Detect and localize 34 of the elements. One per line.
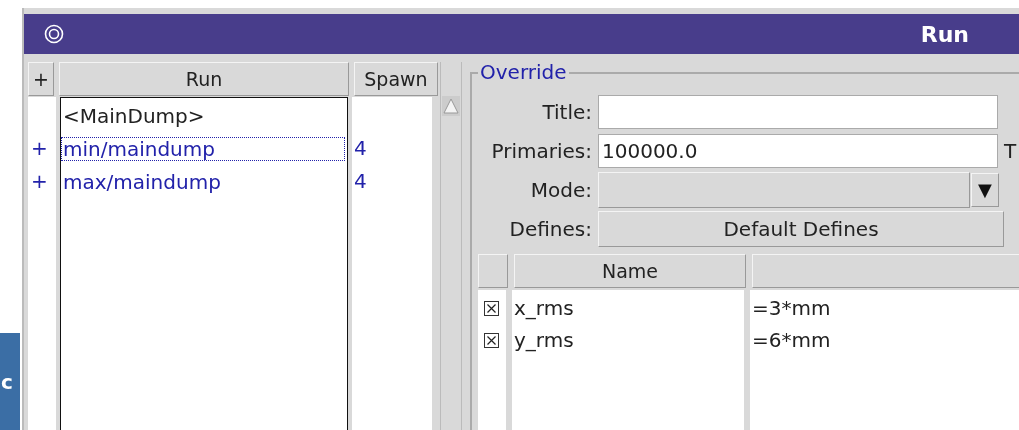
field-label: Primaries: [490, 138, 592, 163]
scrollbar[interactable] [440, 62, 462, 430]
add-button[interactable]: + [28, 62, 54, 96]
default-defines-button[interactable]: Default Defines [598, 210, 1004, 247]
field-label: T [1004, 138, 1017, 163]
checkbox[interactable] [484, 300, 499, 316]
field-label: Title: [541, 99, 592, 124]
primaries-field[interactable]: 100000.0 [598, 133, 998, 168]
spawn-count: 4 [354, 168, 367, 193]
column-header[interactable]: Spawn [354, 62, 438, 96]
column-header[interactable]: Run [59, 62, 349, 96]
run-item[interactable]: min/maindump [61, 136, 345, 161]
column-header[interactable] [478, 254, 508, 288]
dropdown-button[interactable]: ▼ [971, 172, 999, 207]
expand-toggle[interactable]: + [31, 168, 48, 193]
run-item[interactable]: <MainDump> [61, 103, 207, 128]
column-header[interactable] [752, 254, 1019, 288]
scroll-up-icon[interactable] [442, 96, 460, 116]
background-text: c [1, 369, 13, 394]
run-item[interactable]: max/maindump [61, 169, 223, 194]
column-header[interactable]: Name [514, 254, 746, 288]
table-cell: y_rms [514, 328, 574, 352]
expand-toggle[interactable]: + [31, 135, 48, 160]
field-label: Defines: [508, 216, 592, 241]
target-icon[interactable] [44, 24, 64, 44]
spawn-count: 4 [354, 135, 367, 160]
title-field[interactable] [598, 94, 998, 129]
mode-dropdown[interactable] [598, 171, 970, 208]
checkbox[interactable] [484, 332, 499, 348]
table-cell: x_rms [514, 296, 574, 320]
window-title: Run [920, 21, 969, 47]
table-cell: =6*mm [752, 328, 831, 352]
field-label: Mode: [529, 177, 592, 202]
table-cell: =3*mm [752, 296, 831, 320]
